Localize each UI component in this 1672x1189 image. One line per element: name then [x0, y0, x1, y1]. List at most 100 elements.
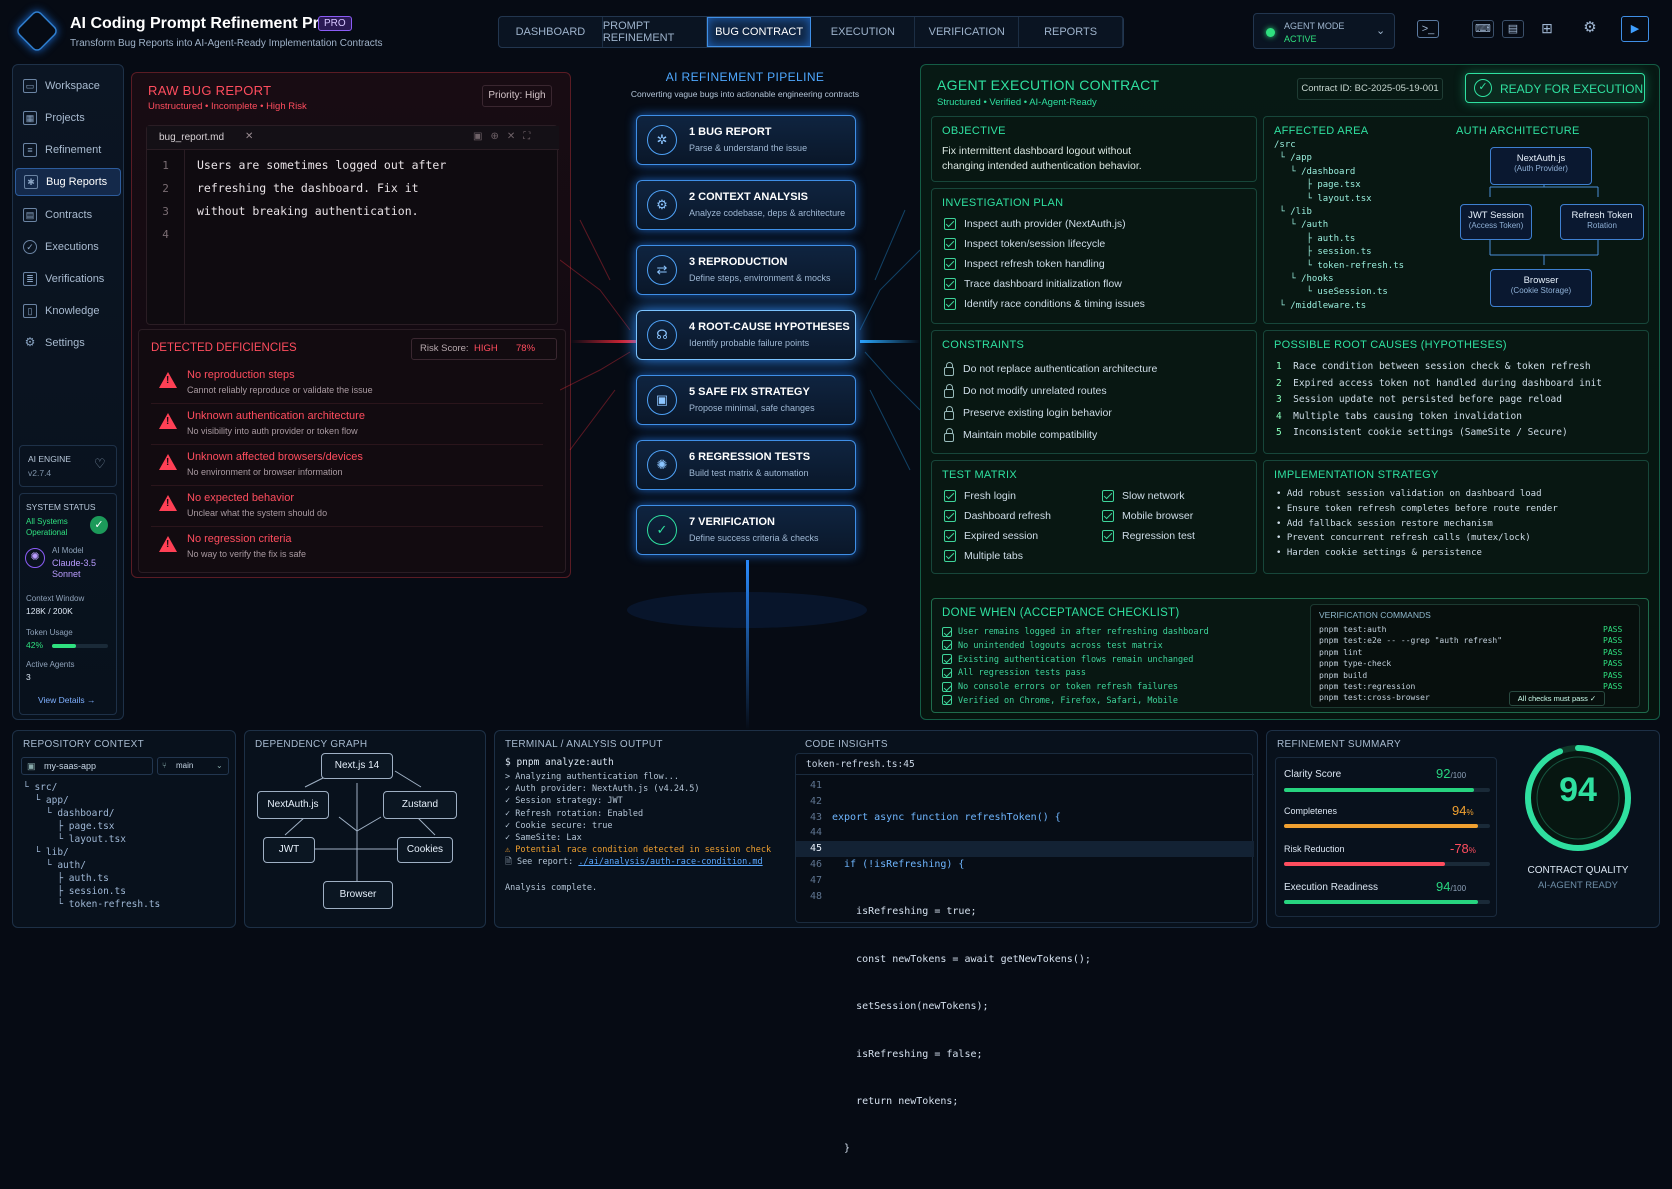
checkbox-icon[interactable]	[944, 530, 956, 543]
plan-item[interactable]: Trace dashboard initialization flow	[944, 274, 1145, 294]
file-tab[interactable]: bug_report.md	[159, 132, 224, 143]
dep-node[interactable]: JWT	[263, 837, 315, 863]
sidebar-item-knowledge[interactable]: ▯ Knowledge	[15, 297, 121, 325]
checkbox-icon[interactable]	[944, 258, 956, 271]
checkbox-icon[interactable]	[942, 640, 952, 651]
sidebar-item-projects[interactable]: ▦ Projects	[15, 104, 121, 132]
checkbox-icon[interactable]	[944, 238, 956, 251]
constraint-item: Do not modify unrelated routes	[944, 380, 1157, 402]
code-line: export async function refreshToken() {	[832, 811, 1061, 823]
arch-node-refresh[interactable]: Refresh Token Rotation	[1560, 204, 1644, 240]
pipeline-step[interactable]: ✓ 7 VERIFICATION Define success criteria &…	[636, 505, 856, 555]
run-icon[interactable]: ▶	[1621, 16, 1649, 42]
repo-file-tree[interactable]: └ src/ └ app/ └ dashboard/ ├ page.tsx └ …	[23, 781, 160, 911]
close-icon[interactable]: ✕	[245, 131, 253, 142]
dep-node[interactable]: Cookies	[397, 837, 453, 863]
arch-node-jwt[interactable]: JWT Session (Access Token)	[1460, 204, 1532, 240]
checkbox-icon[interactable]	[942, 667, 952, 678]
matrix-item[interactable]: Mobile browser	[1102, 506, 1195, 526]
terminal-icon[interactable]: >_	[1417, 20, 1439, 38]
matrix-text: Mobile browser	[1122, 510, 1194, 522]
matrix-text: Expired session	[964, 530, 1039, 542]
bug-report-editor[interactable]: bug_report.md ✕ ▣⊕✕⛶ 1 2 3 4 Users are some…	[146, 125, 559, 325]
pipeline-step[interactable]: ▣ 5 SAFE FIX STRATEGY Propose minimal, saf…	[636, 375, 856, 425]
matrix-item[interactable]: Regression test	[1102, 526, 1195, 546]
checkbox-icon[interactable]	[942, 654, 952, 665]
agent-mode-selector[interactable]: AGENT MODE ACTIVE ⌄	[1253, 13, 1395, 49]
tab-execution[interactable]: EXECUTION	[811, 17, 916, 47]
report-link[interactable]: ./ai/analysis/auth-race-condition.md	[578, 857, 762, 867]
sidebar-item-contracts[interactable]: ▤ Contracts	[15, 201, 121, 229]
sidebar-item-workspace[interactable]: ▭ Workspace	[15, 72, 121, 100]
checkbox-icon[interactable]	[1102, 510, 1114, 523]
code-viewer[interactable]: token-refresh.ts:45 41 42 43 44 45 46 47 48 exp…	[795, 753, 1254, 1154]
pipeline-step[interactable]: ⇄ 3 REPRODUCTION Define steps, environment…	[636, 245, 856, 295]
acceptance-item[interactable]: No unintended logouts across test matrix	[942, 640, 1209, 654]
view-details-link[interactable]: View Details →	[38, 695, 95, 705]
verify-command: pnpm type-check	[1319, 659, 1392, 669]
matrix-item[interactable]: Fresh login	[944, 486, 1051, 506]
matrix-item[interactable]: Slow network	[1102, 486, 1195, 506]
plan-item[interactable]: Inspect auth provider (NextAuth.js)	[944, 214, 1145, 234]
dep-node[interactable]: NextAuth.js	[257, 791, 329, 819]
plan-item[interactable]: Identify race conditions & timing issues	[944, 294, 1145, 314]
checkbox-icon[interactable]	[944, 510, 956, 523]
checkbox-icon[interactable]	[944, 298, 956, 311]
checkbox-icon[interactable]	[942, 695, 952, 706]
grid-icon[interactable]: ⊞	[1536, 20, 1558, 38]
sidebar-item-settings[interactable]: ⚙ Settings	[15, 329, 121, 357]
gear-icon[interactable]: ⚙	[1579, 20, 1601, 38]
app-title: AI Coding Prompt Refinement Pro	[70, 15, 329, 32]
pipeline-step[interactable]: ☊ 4 ROOT-CAUSE HYPOTHESES Identify probabl…	[636, 310, 856, 360]
sidebar-item-executions[interactable]: ✓ Executions	[15, 233, 121, 261]
repo-selector[interactable]: ▣ my-saas-app	[21, 757, 153, 775]
pipeline-step[interactable]: ✺ 6 REGRESSION TESTS Build test matrix & a…	[636, 440, 856, 490]
pipeline-step[interactable]: ✲ 1 BUG REPORT Parse & understand the issu…	[636, 115, 856, 165]
pipeline-step[interactable]: ⚙ 2 CONTEXT ANALYSIS Analyze codebase, dep…	[636, 180, 856, 230]
checkbox-icon[interactable]	[944, 218, 956, 231]
checkbox-icon[interactable]	[944, 278, 956, 291]
tab-bug-contract[interactable]: BUG CONTRACT	[706, 17, 812, 47]
acceptance-text: No console errors or token refresh failu…	[958, 682, 1179, 693]
acceptance-text: Verified on Chrome, Firefox, Safari, Mob…	[958, 695, 1179, 706]
matrix-item[interactable]: Multiple tabs	[944, 546, 1051, 566]
editor-toolbar-icons[interactable]: ▣⊕✕⛶	[473, 131, 538, 142]
panel-icon[interactable]: ▤	[1502, 20, 1524, 38]
checkbox-icon[interactable]	[944, 490, 956, 503]
checkbox-icon[interactable]	[942, 681, 952, 692]
arch-node-browser[interactable]: Browser (Cookie Storage)	[1490, 269, 1592, 307]
acceptance-item[interactable]: User remains logged in after refreshing …	[942, 626, 1209, 640]
sidebar-item-refinement[interactable]: ≡ Refinement	[15, 136, 121, 164]
step-desc: Parse & understand the issue	[689, 143, 808, 153]
dep-node[interactable]: Browser	[323, 881, 393, 909]
tab-dashboard[interactable]: DASHBOARD	[499, 17, 603, 47]
tab-verification[interactable]: VERIFICATION	[915, 17, 1020, 47]
status-dot-icon	[1266, 28, 1275, 37]
raw-report-tags: Unstructured • Incomplete • High Risk	[148, 101, 307, 112]
tab-reports[interactable]: REPORTS	[1019, 17, 1123, 47]
checkbox-icon[interactable]	[944, 550, 956, 563]
keyboard-icon[interactable]: ⌨	[1472, 20, 1494, 38]
matrix-item[interactable]: Expired session	[944, 526, 1051, 546]
plan-item[interactable]: Inspect refresh token handling	[944, 254, 1145, 274]
sidebar-item-bug-reports[interactable]: ✱ Bug Reports	[15, 168, 121, 196]
affected-file-tree[interactable]: /src └ /app └ /dashboard ├ page.tsx └ la…	[1274, 139, 1404, 313]
acceptance-item[interactable]: All regression tests pass	[942, 667, 1209, 681]
constraint-text: Preserve existing login behavior	[963, 407, 1112, 419]
arch-node-nextauth[interactable]: NextAuth.js (Auth Provider)	[1490, 147, 1592, 185]
sidebar-item-verifications[interactable]: ≣ Verifications	[15, 265, 121, 293]
ready-badge[interactable]: ✓ READY FOR EXECUTION	[1465, 73, 1645, 103]
plan-item[interactable]: Inspect token/session lifecycle	[944, 234, 1145, 254]
dep-node[interactable]: Zustand	[383, 791, 457, 819]
matrix-item[interactable]: Dashboard refresh	[944, 506, 1051, 526]
dep-node[interactable]: Next.js 14	[321, 753, 393, 779]
tab-prompt-refinement[interactable]: PROMPT REFINEMENT	[603, 17, 707, 47]
acceptance-item[interactable]: No console errors or token refresh failu…	[942, 681, 1209, 695]
warning-icon	[159, 536, 177, 552]
acceptance-item[interactable]: Existing authentication flows remain unc…	[942, 654, 1209, 668]
checkbox-icon[interactable]	[1102, 530, 1114, 543]
branch-selector[interactable]: ⑂ main ⌄	[157, 757, 229, 775]
acceptance-item[interactable]: Verified on Chrome, Firefox, Safari, Mob…	[942, 695, 1209, 709]
checkbox-icon[interactable]	[942, 626, 952, 637]
checkbox-icon[interactable]	[1102, 490, 1114, 503]
